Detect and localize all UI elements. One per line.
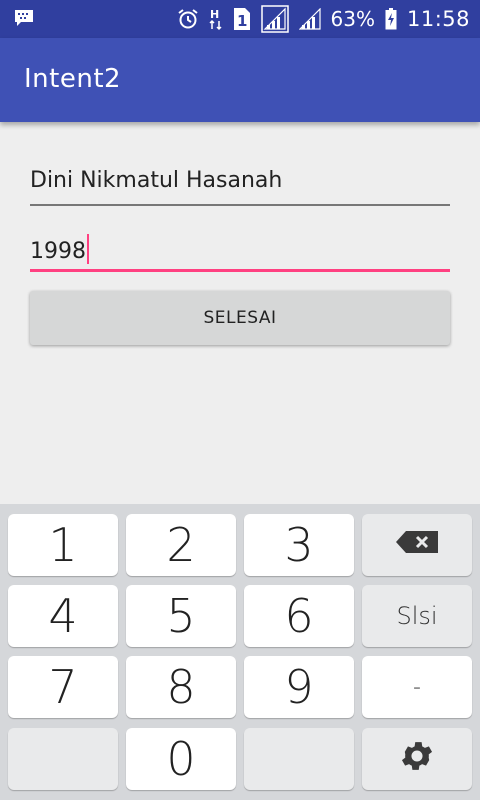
app-title: Intent2 [24, 64, 122, 94]
status-bar: H 1 63% 11:58 [0, 0, 480, 38]
name-field-value: Dini Nikmatul Hasanah [30, 168, 283, 193]
year-field[interactable]: 1998 [30, 224, 450, 272]
key-1[interactable]: 1 [8, 514, 118, 576]
key-6[interactable]: 6 [244, 585, 354, 647]
key-5[interactable]: 5 [126, 585, 236, 647]
name-field-underline [30, 204, 450, 206]
gear-icon [398, 737, 436, 781]
app-bar: Intent2 [0, 38, 480, 122]
signal-icon-2 [298, 0, 321, 38]
h-network-icon: H [208, 0, 223, 38]
clock-time: 11:58 [406, 7, 470, 31]
key-9[interactable]: 9 [244, 656, 354, 718]
key-7[interactable]: 7 [8, 656, 118, 718]
battery-percent: 63% [330, 7, 375, 31]
key-4[interactable]: 4 [8, 585, 118, 647]
bbm-chat-icon [14, 9, 34, 27]
alarm-clock-icon [177, 0, 199, 38]
numeric-keyboard: 1 2 3 4 5 6 Slsi 7 8 9 - 0 [0, 504, 480, 800]
minus-key[interactable]: - [362, 656, 472, 718]
signal-icon [260, 0, 289, 38]
backspace-icon [396, 531, 438, 559]
year-field-value: 1998 [30, 239, 86, 264]
done-key[interactable]: Slsi [362, 585, 472, 647]
settings-key[interactable] [362, 728, 472, 790]
blank-key-left [8, 728, 118, 790]
svg-text:H: H [210, 8, 219, 21]
key-0[interactable]: 0 [126, 728, 236, 790]
backspace-key[interactable] [362, 514, 472, 576]
battery-charging-icon [385, 0, 397, 38]
status-icons: H 1 63% 11:58 [177, 0, 470, 38]
sim-1-icon: 1 [233, 0, 251, 38]
blank-key-right [244, 728, 354, 790]
name-field[interactable]: Dini Nikmatul Hasanah [30, 158, 450, 206]
key-3[interactable]: 3 [244, 514, 354, 576]
year-field-underline [30, 269, 450, 272]
key-8[interactable]: 8 [126, 656, 236, 718]
svg-text:1: 1 [237, 12, 247, 30]
selesai-button[interactable]: SELESAI [30, 291, 450, 345]
key-2[interactable]: 2 [126, 514, 236, 576]
text-cursor [87, 234, 89, 264]
